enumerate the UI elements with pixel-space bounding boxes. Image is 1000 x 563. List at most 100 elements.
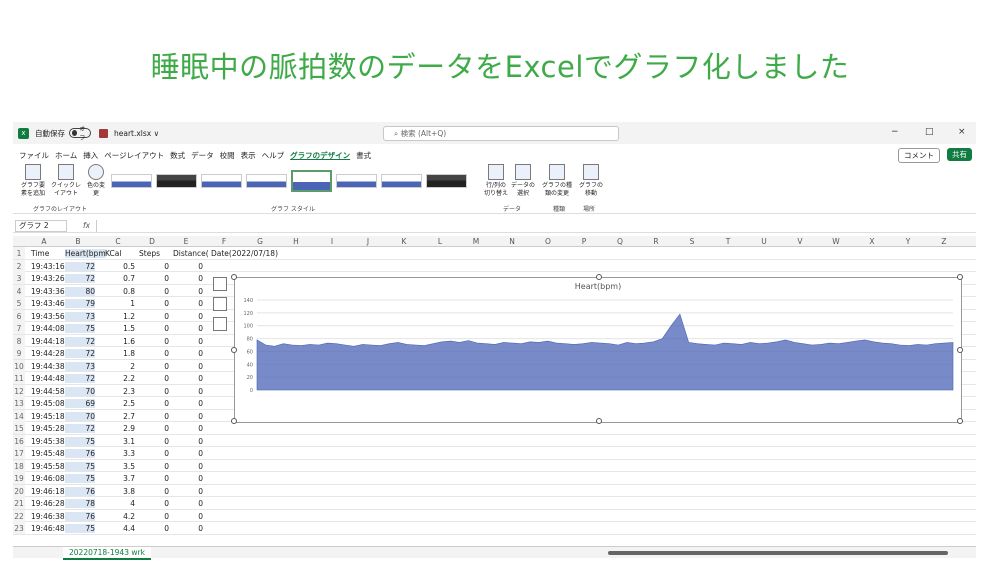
maximize-button[interactable]: □ xyxy=(925,127,934,137)
cell[interactable]: 2.3 xyxy=(105,387,135,396)
cell[interactable]: 73 xyxy=(65,361,95,371)
select-data-button[interactable]: データの選択 xyxy=(511,164,535,198)
cell[interactable]: 0 xyxy=(173,449,203,458)
autosave-toggle[interactable]: オフ xyxy=(69,126,91,142)
chart-styles-icon[interactable] xyxy=(213,297,227,311)
filename[interactable]: heart.xlsx ∨ xyxy=(114,129,159,138)
cell[interactable]: 76 xyxy=(65,511,95,521)
cell[interactable]: 72 xyxy=(65,274,95,283)
row-number[interactable]: 4 xyxy=(13,284,25,297)
cell[interactable]: 0 xyxy=(173,524,203,533)
cell[interactable]: 2.7 xyxy=(105,412,135,421)
style-8[interactable] xyxy=(426,174,468,188)
cell[interactable]: 75 xyxy=(65,524,95,533)
cell[interactable]: 80 xyxy=(65,286,95,296)
resize-handle-r[interactable] xyxy=(957,347,963,353)
cell[interactable]: 0 xyxy=(139,462,169,471)
row-number[interactable]: 1 xyxy=(13,247,25,259)
horizontal-scrollbar[interactable] xyxy=(608,551,948,555)
row-number[interactable]: 14 xyxy=(13,409,25,422)
column-header-L[interactable]: L xyxy=(423,237,457,246)
chart-filters-icon[interactable] xyxy=(213,317,227,331)
cell[interactable]: 0 xyxy=(173,362,203,371)
cell[interactable]: 4.4 xyxy=(105,524,135,533)
cell[interactable]: 0 xyxy=(173,499,203,508)
row-number[interactable]: 16 xyxy=(13,434,25,447)
change-type-button[interactable]: グラフの種類の変更 xyxy=(541,164,573,198)
menu-view[interactable]: 表示 xyxy=(241,150,256,161)
cell[interactable]: KCal xyxy=(105,249,121,258)
cell[interactable]: 2 xyxy=(105,362,135,371)
cell[interactable]: 1.6 xyxy=(105,337,135,346)
row-number[interactable]: 12 xyxy=(13,384,25,397)
cell[interactable]: 0 xyxy=(139,424,169,433)
cell[interactable]: 0 xyxy=(139,412,169,421)
cell[interactable]: 19:43:56 xyxy=(31,312,65,321)
share-button[interactable]: 共有 xyxy=(947,148,972,161)
sheet-tab-active[interactable]: 20220718-1943 wrk xyxy=(63,547,151,560)
cell[interactable]: 19:45:48 xyxy=(31,449,65,458)
cell[interactable]: 3.3 xyxy=(105,449,135,458)
chart-elements-icon[interactable] xyxy=(213,277,227,291)
column-header-J[interactable]: J xyxy=(351,237,385,246)
cell[interactable]: 0 xyxy=(139,299,169,308)
cell[interactable]: 0 xyxy=(139,474,169,483)
row-number[interactable]: 11 xyxy=(13,372,25,384)
row-number[interactable]: 13 xyxy=(13,397,25,409)
cell[interactable]: 19:44:38 xyxy=(31,362,65,371)
column-header-X[interactable]: X xyxy=(855,237,889,246)
cell[interactable]: 19:43:36 xyxy=(31,287,65,296)
row-number[interactable]: 5 xyxy=(13,297,25,309)
cell[interactable]: 69 xyxy=(65,399,95,408)
formula-input[interactable] xyxy=(96,219,946,232)
column-header-N[interactable]: N xyxy=(495,237,529,246)
cell[interactable]: 0 xyxy=(173,324,203,333)
cell[interactable]: 0.5 xyxy=(105,262,135,271)
save-icon[interactable] xyxy=(99,128,108,138)
cell[interactable]: 19:43:26 xyxy=(31,274,65,283)
switch-row-col-button[interactable]: 行/列の切り替え xyxy=(483,164,509,198)
cell[interactable]: 75 xyxy=(65,461,95,471)
cell[interactable]: 72 xyxy=(65,261,95,271)
cell[interactable]: 76 xyxy=(65,486,95,496)
column-header-Y[interactable]: Y xyxy=(891,237,925,246)
row-number[interactable]: 20 xyxy=(13,484,25,497)
column-header-W[interactable]: W xyxy=(819,237,853,246)
column-header-F[interactable]: F xyxy=(207,237,241,246)
style-4[interactable] xyxy=(246,174,287,188)
cell[interactable]: 0 xyxy=(173,287,203,296)
name-box[interactable]: グラフ 2 xyxy=(15,219,67,232)
cell[interactable]: 19:45:18 xyxy=(31,412,65,421)
cell[interactable]: 0 xyxy=(139,449,169,458)
cell[interactable]: 3.7 xyxy=(105,474,135,483)
menu-data[interactable]: データ xyxy=(191,150,214,161)
column-header-Q[interactable]: Q xyxy=(603,237,637,246)
cell[interactable]: 1 xyxy=(105,299,135,308)
row-number[interactable]: 21 xyxy=(13,497,25,509)
close-button[interactable]: × xyxy=(958,127,966,137)
row-number[interactable]: 18 xyxy=(13,459,25,472)
cell[interactable]: 72 xyxy=(65,424,95,433)
cell[interactable]: 72 xyxy=(65,349,95,358)
cell[interactable]: 19:44:18 xyxy=(31,337,65,346)
column-header-P[interactable]: P xyxy=(567,237,601,246)
cell[interactable]: 0 xyxy=(139,499,169,508)
cell[interactable]: 0 xyxy=(139,512,169,521)
cell[interactable]: 4.2 xyxy=(105,512,135,521)
cell[interactable]: 75 xyxy=(65,436,95,446)
fx-icon[interactable]: fx xyxy=(83,221,90,230)
menu-help[interactable]: ヘルプ xyxy=(262,150,285,161)
cell[interactable]: 1.8 xyxy=(105,349,135,358)
style-5-selected[interactable] xyxy=(291,170,333,192)
cell[interactable]: 0 xyxy=(173,462,203,471)
cell[interactable]: 3.5 xyxy=(105,462,135,471)
column-header-O[interactable]: O xyxy=(531,237,565,246)
cell[interactable]: 19:45:08 xyxy=(31,399,65,408)
menu-insert[interactable]: 挿入 xyxy=(83,150,98,161)
cell[interactable]: 0 xyxy=(173,474,203,483)
row-number[interactable]: 6 xyxy=(13,309,25,322)
cell[interactable]: 3.8 xyxy=(105,487,135,496)
cell[interactable]: 0 xyxy=(139,374,169,383)
menu-file[interactable]: ファイル xyxy=(19,150,49,161)
row-number[interactable]: 10 xyxy=(13,359,25,372)
